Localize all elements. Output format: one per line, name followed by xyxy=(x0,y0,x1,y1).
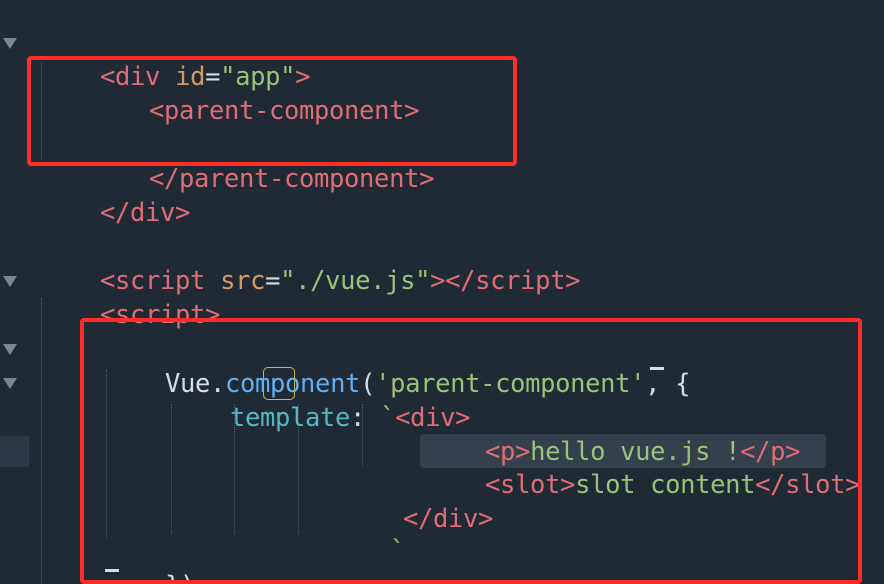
token: > xyxy=(419,164,435,194)
token: > xyxy=(565,266,581,296)
tag-name: div xyxy=(130,198,176,228)
code-editor[interactable]: <div id="app"> <parent-component> </pare… xyxy=(0,0,884,584)
code-line[interactable]: <div id="app"> xyxy=(40,26,310,92)
annotation-box-component-definition xyxy=(80,318,862,584)
attribute-name: src xyxy=(220,266,266,296)
code-line[interactable]: <script> xyxy=(40,264,220,330)
string: "./vue.js" xyxy=(280,266,431,296)
tag-name: script xyxy=(475,266,566,296)
tag-name: parent-component xyxy=(179,164,420,194)
annotation-box-parent-component xyxy=(27,56,517,166)
code-line[interactable]: </div> xyxy=(40,162,190,228)
gutter-current-line-marker xyxy=(0,436,29,467)
token: > xyxy=(175,198,191,228)
fold-arrow-icon[interactable] xyxy=(3,38,17,49)
fold-arrow-icon[interactable] xyxy=(3,378,17,389)
fold-arrow-icon[interactable] xyxy=(3,276,17,287)
fold-arrow-icon[interactable] xyxy=(3,344,17,355)
token: </ xyxy=(100,198,131,228)
code-line[interactable]: <script src="./vue.js"></script> xyxy=(40,230,581,296)
token: ></ xyxy=(430,266,476,296)
token: = xyxy=(265,266,281,296)
